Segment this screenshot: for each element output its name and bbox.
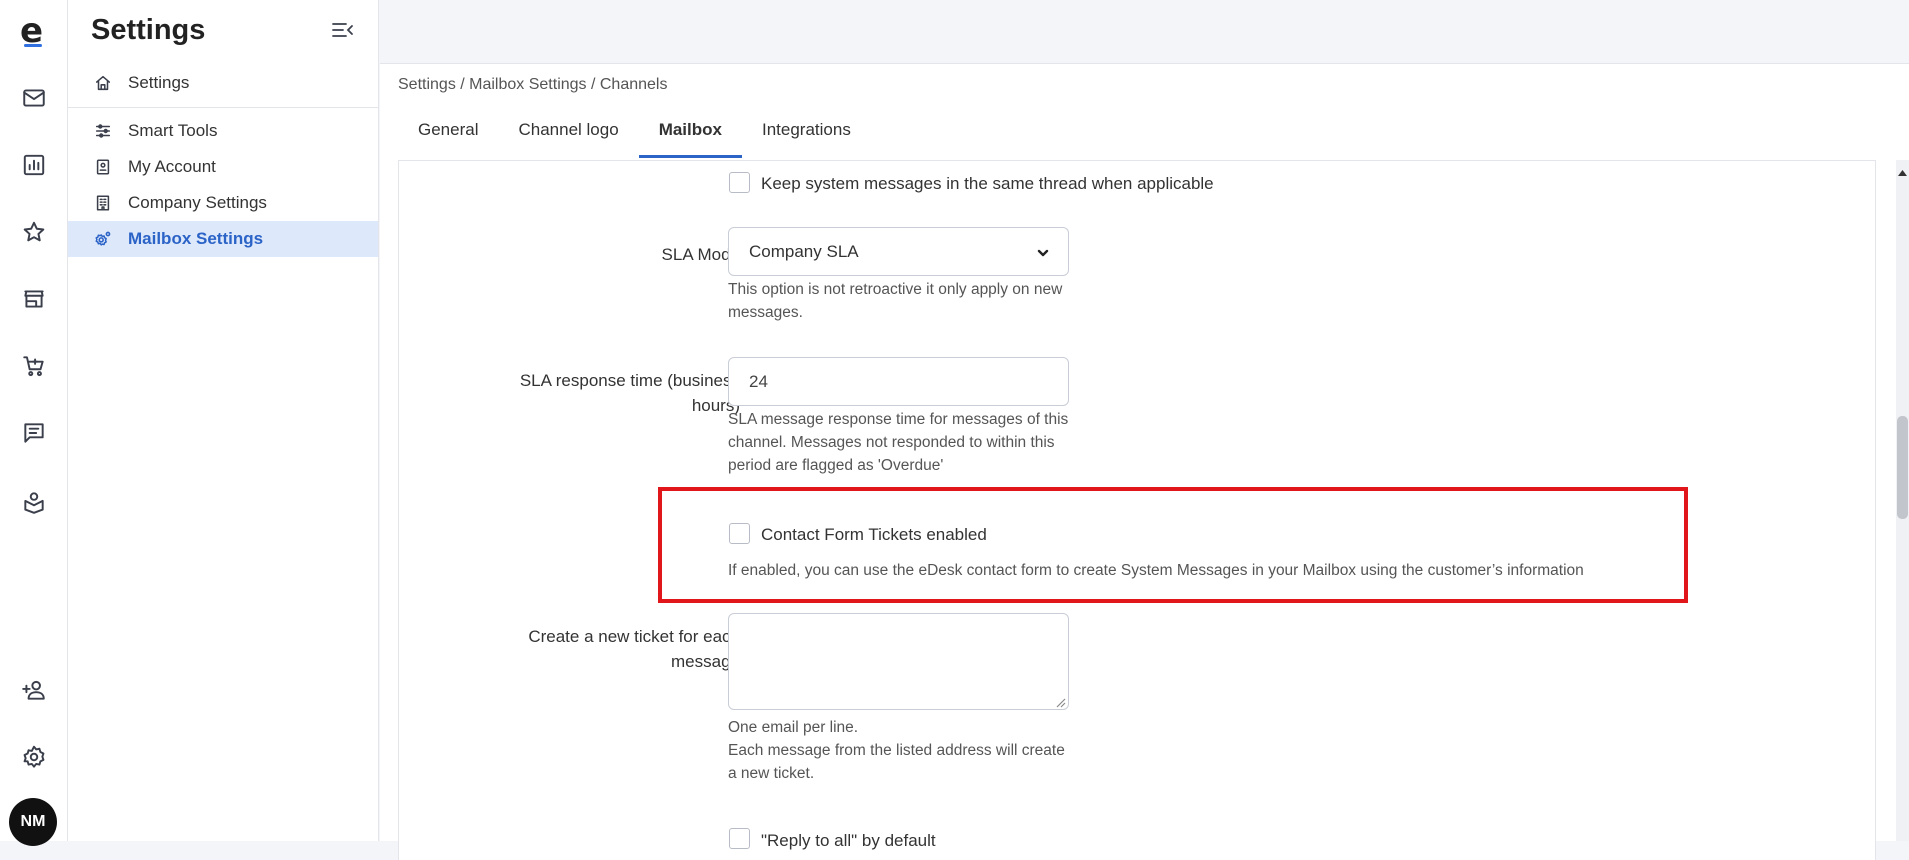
keep-system-messages-label: Keep system messages in the same thread … (761, 174, 1214, 193)
tab-channel-logo[interactable]: Channel logo (498, 104, 638, 158)
avatar[interactable]: NM (9, 798, 57, 846)
scroll-up-icon[interactable] (1897, 166, 1908, 178)
reports-icon[interactable] (18, 149, 50, 181)
home-icon (94, 74, 112, 92)
sidebar-item-label: My Account (128, 157, 216, 176)
top-bar (380, 0, 1909, 64)
sidebar-item-label: Mailbox Settings (128, 229, 264, 248)
icon-rail: e NM (0, 0, 68, 846)
sidebar-divider (68, 107, 378, 108)
reply-to-all-checkbox[interactable] (729, 828, 750, 849)
chat-icon[interactable] (18, 417, 50, 449)
sidebar-item-company-settings[interactable]: Company Settings (68, 185, 378, 221)
sla-mode-select[interactable]: Company SLA (728, 227, 1069, 276)
sliders-icon (94, 122, 112, 140)
resize-grip-icon[interactable] (1054, 695, 1066, 708)
logo-underline (24, 44, 42, 47)
main-content: Settings / Mailbox Settings / Channels G… (380, 64, 1909, 860)
mail-icon[interactable] (18, 82, 50, 114)
sla-mode-value: Company SLA (749, 241, 859, 261)
new-ticket-each-message-textarea[interactable] (728, 613, 1069, 710)
sidebar-item-label: Company Settings (128, 193, 267, 212)
scrollbar-thumb[interactable] (1897, 416, 1908, 519)
keep-system-messages-checkbox[interactable] (729, 172, 750, 193)
cart-icon[interactable] (18, 350, 50, 382)
gear-icon[interactable] (18, 741, 50, 773)
sidebar-item-settings[interactable]: Settings (68, 65, 378, 101)
tab-mailbox[interactable]: Mailbox (638, 104, 742, 158)
sidebar-title: Settings (91, 14, 206, 46)
id-card-icon (94, 158, 112, 176)
highlight-box (658, 487, 1688, 603)
chevron-down-icon (1037, 249, 1049, 257)
sidebar-item-label: Smart Tools (128, 121, 218, 140)
knowledge-icon[interactable] (18, 486, 50, 518)
edesk-logo[interactable]: e (20, 14, 43, 48)
add-user-icon[interactable] (18, 674, 50, 706)
sla-mode-help: This option is not retroactive it only a… (728, 281, 1063, 321)
reply-to-all-label: "Reply to all" by default (761, 831, 936, 850)
collapse-sidebar-icon[interactable] (330, 18, 358, 42)
mailbox-settings-icon (94, 230, 112, 248)
tab-general[interactable]: General (398, 104, 498, 158)
sla-response-time-label: SLA response time (business hours) (519, 371, 740, 415)
tab-integrations[interactable]: Integrations (742, 104, 871, 158)
sidebar-item-mailbox-settings[interactable]: Mailbox Settings (68, 221, 378, 257)
new-ticket-each-message-help-line2: Each message from the listed address wil… (728, 742, 1065, 782)
new-ticket-each-message-help-line1: One email per line. (728, 719, 859, 736)
settings-sidebar: Settings Settings Smart Tools My Account… (68, 0, 379, 841)
sidebar-item-my-account[interactable]: My Account (68, 149, 378, 185)
new-ticket-each-message-label: Create a new ticket for each message (528, 627, 740, 671)
tab-bar: General Channel logo Mailbox Integration… (398, 104, 871, 158)
sla-response-time-input[interactable]: 24 (728, 357, 1069, 406)
sidebar-item-smart-tools[interactable]: Smart Tools (68, 113, 378, 149)
sidebar-item-label: Settings (128, 73, 190, 92)
building-icon (94, 194, 112, 212)
star-icon[interactable] (18, 216, 50, 248)
breadcrumb: Settings / Mailbox Settings / Channels (398, 76, 668, 93)
sla-response-time-help: SLA message response time for messages o… (728, 411, 1069, 474)
store-icon[interactable] (18, 283, 50, 315)
